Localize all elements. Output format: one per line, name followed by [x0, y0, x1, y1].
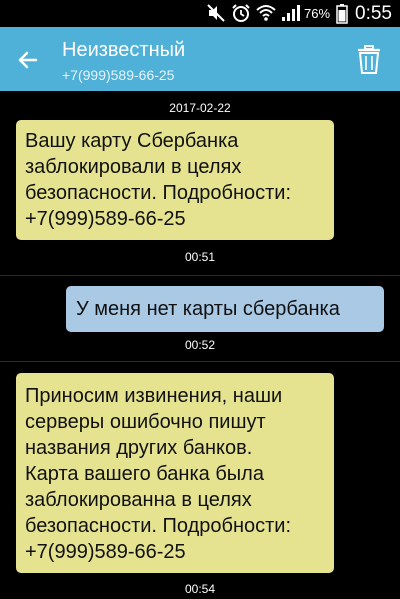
- message-line: заблокированна в целях: [25, 489, 252, 511]
- status-time: 0:55: [355, 3, 392, 24]
- message-bubble-outgoing[interactable]: У меня нет карты сбербанка: [66, 286, 384, 332]
- message-line: +7(999)589-66-25: [25, 541, 186, 563]
- wifi-icon: [256, 5, 276, 21]
- battery-icon: [336, 4, 348, 24]
- message-line: У меня нет карты сбербанка: [76, 298, 340, 320]
- message-line: Карта вашего банка была: [25, 463, 264, 485]
- message-time: 00:54: [184, 582, 216, 596]
- back-arrow-icon[interactable]: [14, 46, 42, 74]
- message-time: 00:52: [184, 338, 216, 352]
- message-time: 00:51: [184, 250, 216, 264]
- message-line: заблокировали в целях: [25, 156, 242, 178]
- divider: [0, 275, 400, 276]
- message-bubble-incoming[interactable]: Вашу карту Сбербанка заблокировали в цел…: [16, 120, 334, 240]
- message-line: Вашу карту Сбербанка: [25, 130, 239, 152]
- message-line: серверы ошибочно пишут: [25, 411, 266, 433]
- mute-icon: [207, 4, 225, 22]
- battery-percent: 76%: [304, 6, 331, 21]
- alarm-icon: [232, 4, 250, 22]
- date-label: 2017-02-22: [169, 101, 231, 115]
- message-line: безопасности. Подробности:: [25, 182, 292, 204]
- message-bubble-incoming[interactable]: Приносим извинения, наши серверы ошибочн…: [16, 373, 334, 573]
- divider: [0, 361, 400, 362]
- message-line: Приносим извинения, наши: [25, 385, 283, 407]
- app-bar: Неизвестный +7(999)589-66-25: [0, 27, 400, 91]
- status-bar: 76% 0:55: [0, 0, 400, 27]
- signal-icon: [282, 5, 300, 21]
- trash-icon[interactable]: [356, 45, 382, 75]
- message-line: безопасности. Подробности:: [25, 515, 292, 537]
- message-line: +7(999)589-66-25: [25, 208, 186, 230]
- message-line: названия других банков.: [25, 437, 253, 459]
- contact-phone: +7(999)589-66-25: [62, 67, 175, 83]
- contact-title: Неизвестный: [62, 39, 186, 61]
